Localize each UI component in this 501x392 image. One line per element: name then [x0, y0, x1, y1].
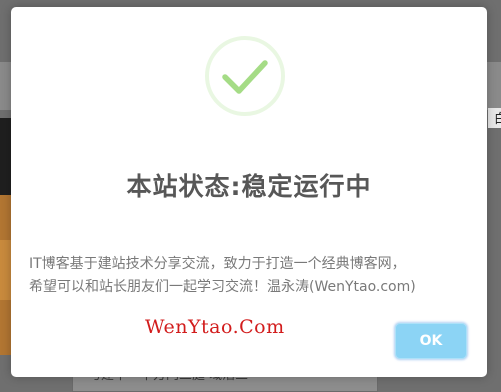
dialog-title: 本站状态:稳定运行中	[126, 172, 372, 201]
success-check-icon	[204, 35, 286, 117]
ok-button[interactable]: OK	[395, 323, 467, 359]
background-right-char: 白	[494, 112, 501, 127]
dialog-message-line2: 希望可以和站长朋友们一起学习交流！温永涛(WenYtao.com)	[29, 279, 416, 295]
site-watermark: WenYtao.Com	[145, 316, 285, 338]
dialog-message: IT博客基于建站技术分享交流，致力于打造一个经典博客网， 希望可以和站长朋友们一…	[29, 253, 475, 299]
background-left-banner-accent	[0, 240, 11, 300]
dialog-message-line1: IT博客基于建站技术分享交流，致力于打造一个经典博客网，	[29, 256, 406, 272]
alert-dialog: 本站状态:稳定运行中 IT博客基于建站技术分享交流，致力于打造一个经典博客网， …	[11, 7, 487, 377]
